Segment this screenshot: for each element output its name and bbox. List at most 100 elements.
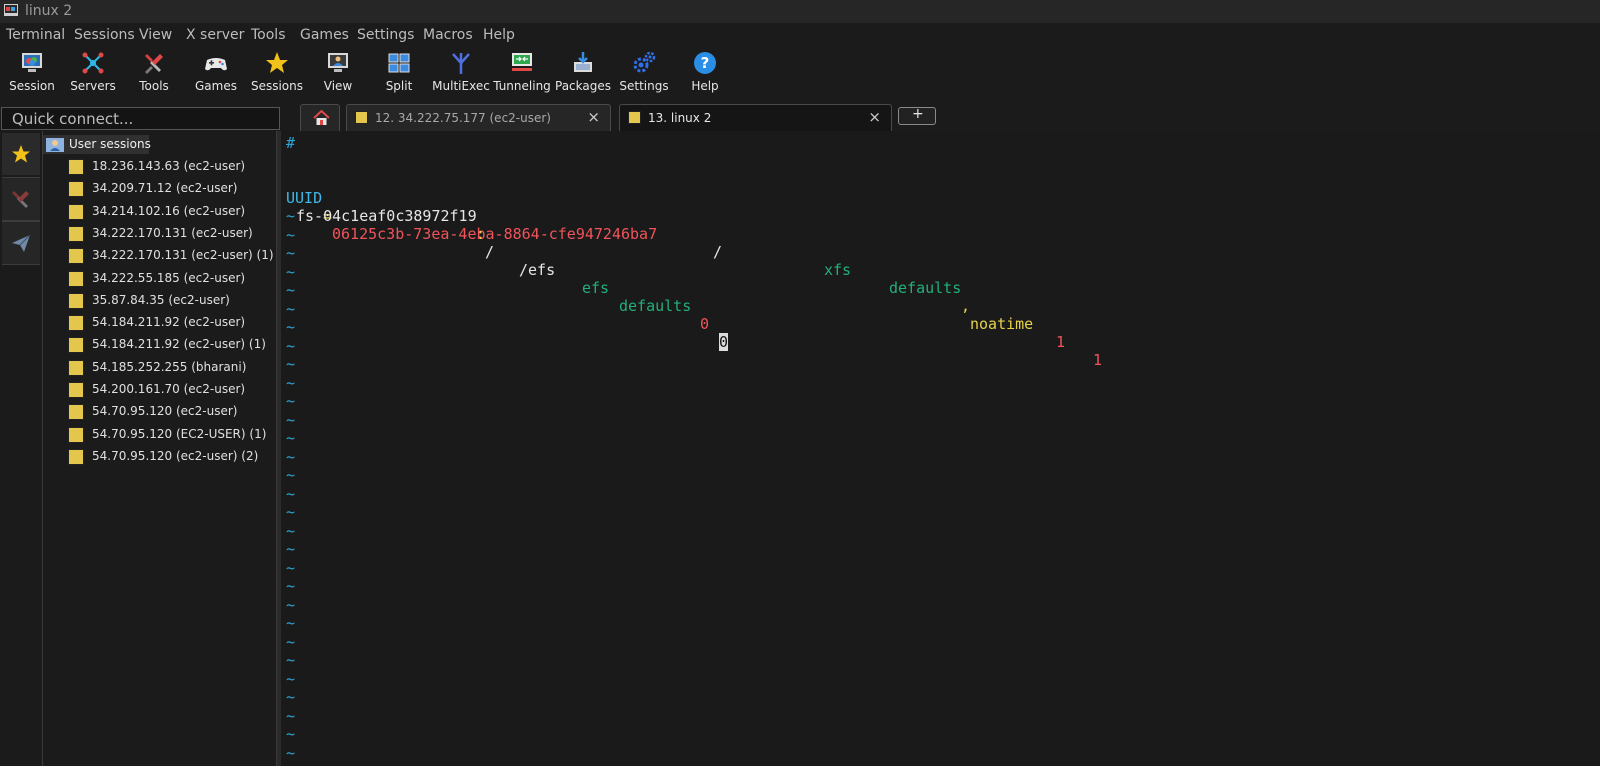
- session-item-label: 54.184.211.92 (ec2-user) (1): [92, 337, 266, 352]
- games-button[interactable]: Games: [185, 46, 247, 102]
- session-item[interactable]: 34.214.102.16 (ec2-user): [68, 202, 273, 222]
- star-icon: [12, 145, 30, 163]
- empty-line-tilde: ~: [286, 336, 296, 355]
- split-button[interactable]: Split: [368, 46, 430, 102]
- menu-view[interactable]: View: [139, 27, 172, 43]
- tab-label: 12. 34.222.75.177 (ec2-user): [375, 111, 551, 125]
- menu-settings[interactable]: Settings: [357, 27, 414, 43]
- tools-icon: [145, 54, 163, 74]
- session-item[interactable]: 34.209.71.12 (ec2-user): [68, 179, 273, 199]
- session-item[interactable]: 54.70.95.120 (ec2-user): [68, 402, 273, 422]
- session-item[interactable]: 54.184.211.92 (ec2-user) (1): [68, 335, 273, 355]
- session-item[interactable]: 34.222.170.131 (ec2-user): [68, 224, 273, 244]
- tools-button[interactable]: Tools: [123, 46, 185, 102]
- session-item[interactable]: 54.184.211.92 (ec2-user): [68, 313, 273, 333]
- key-icon: [68, 426, 84, 443]
- session-item-label: 34.209.71.12 (ec2-user): [92, 181, 238, 196]
- servers-button[interactable]: Servers: [62, 46, 124, 102]
- session-item-label: 35.87.84.35 (ec2-user): [92, 292, 230, 307]
- sidebar-strip: [0, 131, 43, 766]
- menu-help[interactable]: Help: [483, 27, 515, 43]
- empty-line-tilde: ~: [286, 706, 296, 725]
- send-tab-button[interactable]: [2, 221, 40, 265]
- key-icon: [355, 111, 368, 124]
- session-item-label: 34.222.55.185 (ec2-user): [92, 270, 246, 285]
- efs-dump-value: 0: [700, 315, 710, 333]
- session-item[interactable]: 54.70.95.120 (EC2-USER) (1): [68, 425, 273, 445]
- fs-type: xfs: [824, 261, 852, 279]
- session-item-label: 54.70.95.120 (EC2-USER) (1): [92, 426, 267, 441]
- tunneling-button[interactable]: Tunneling: [491, 46, 553, 102]
- menu-macros[interactable]: Macros: [423, 27, 473, 43]
- empty-line-tilde: ~: [286, 614, 296, 632]
- tab-session-13[interactable]: 13. linux 2 ×: [619, 104, 892, 131]
- new-tab-button[interactable]: +: [898, 106, 936, 125]
- empty-line-tilde: ~: [286, 299, 296, 318]
- star-icon: [266, 52, 288, 73]
- tools-tab-button[interactable]: [2, 177, 40, 221]
- efs-device: fs-04c1eaf0c38972f19: [296, 207, 477, 225]
- uuid-value: 06125c3b-73ea-4eba-8864-cfe947246ba7: [332, 225, 658, 243]
- sessions-panel: User sessions 18.236.143.63 (ec2-user) 34…: [43, 131, 276, 766]
- svg-text:?: ?: [701, 54, 710, 72]
- empty-line-tilde: ~: [286, 725, 296, 743]
- tools-icon: [12, 191, 29, 208]
- sessions-tab-button[interactable]: [2, 133, 40, 175]
- settings-button[interactable]: Settings: [613, 46, 675, 102]
- session-item-label: 54.185.252.255 (bharani): [92, 359, 247, 374]
- empty-line-tilde: ~: [286, 540, 296, 558]
- efs-colon: :: [476, 225, 486, 243]
- session-item[interactable]: 54.200.161.70 (ec2-user): [68, 380, 273, 400]
- window-title: linux 2: [25, 3, 73, 19]
- menu-games[interactable]: Games: [300, 27, 349, 43]
- session-item-label: 54.200.161.70 (ec2-user): [92, 382, 246, 396]
- mount-point: /: [713, 243, 723, 261]
- menu-sessions[interactable]: Sessions: [74, 27, 135, 43]
- help-button[interactable]: ? Help: [674, 46, 736, 102]
- efs-mount-options: defaults: [619, 297, 692, 315]
- tunneling-icon: [512, 53, 532, 71]
- empty-line-tilde: ~: [286, 392, 296, 410]
- close-icon[interactable]: ×: [868, 108, 881, 126]
- session-item[interactable]: 54.185.252.255 (bharani): [68, 358, 273, 378]
- session-item-label: 34.222.170.131 (ec2-user): [92, 225, 253, 240]
- session-button[interactable]: Session: [1, 46, 63, 102]
- fstab-line-efs: fs-04c1eaf0c38972f19 : / /efs efs defaul…: [286, 189, 729, 351]
- session-item[interactable]: 35.87.84.35 (ec2-user): [68, 291, 273, 311]
- tab-session-12[interactable]: 12. 34.222.75.177 (ec2-user) ×: [346, 104, 611, 131]
- mount-options-a: defaults: [889, 279, 962, 297]
- key-icon: [68, 404, 84, 421]
- session-item[interactable]: 18.236.143.63 (ec2-user): [68, 157, 273, 177]
- quick-connect-input[interactable]: [2, 108, 279, 129]
- empty-line-tilde: ~: [286, 595, 296, 614]
- close-icon[interactable]: ×: [587, 108, 600, 126]
- session-item-label: 34.222.170.131 (ec2-user) (1): [92, 248, 274, 263]
- multiexec-button[interactable]: MultiExec: [430, 46, 492, 102]
- sessions-button[interactable]: Sessions: [246, 46, 308, 102]
- pass-value: 1: [1093, 351, 1103, 369]
- home-icon: [313, 110, 330, 125]
- servers-icon: [82, 52, 104, 74]
- terminal-view[interactable]: # UUID = 06125c3b-73ea-4eba-8864-cfe9472…: [281, 131, 1600, 766]
- packages-button[interactable]: Packages: [552, 46, 614, 102]
- empty-line-tilde: ~: [286, 484, 296, 503]
- menu-terminal[interactable]: Terminal: [6, 27, 65, 43]
- empty-line-tilde: ~: [286, 318, 296, 336]
- empty-line-tilde: ~: [286, 262, 296, 281]
- session-item[interactable]: 34.222.170.131 (ec2-user) (1): [68, 246, 274, 266]
- empty-line-tilde: ~: [286, 521, 296, 540]
- key-icon: [68, 181, 84, 198]
- home-tab[interactable]: [300, 104, 340, 131]
- key-icon: [68, 337, 84, 354]
- menu-x-server[interactable]: X server: [186, 27, 244, 43]
- key-icon: [68, 203, 84, 220]
- user-sessions-folder[interactable]: User sessions: [43, 135, 151, 154]
- menu-tools[interactable]: Tools: [251, 27, 286, 43]
- session-item[interactable]: 54.70.95.120 (ec2-user) (2): [68, 447, 273, 467]
- empty-line-tilde: ~: [286, 577, 296, 595]
- empty-line-tilde: ~: [286, 355, 296, 373]
- session-item[interactable]: 34.222.55.185 (ec2-user): [68, 269, 273, 289]
- empty-line-tilde: ~: [286, 225, 296, 244]
- settings-gears-icon: [633, 51, 656, 73]
- view-button[interactable]: View: [307, 46, 369, 102]
